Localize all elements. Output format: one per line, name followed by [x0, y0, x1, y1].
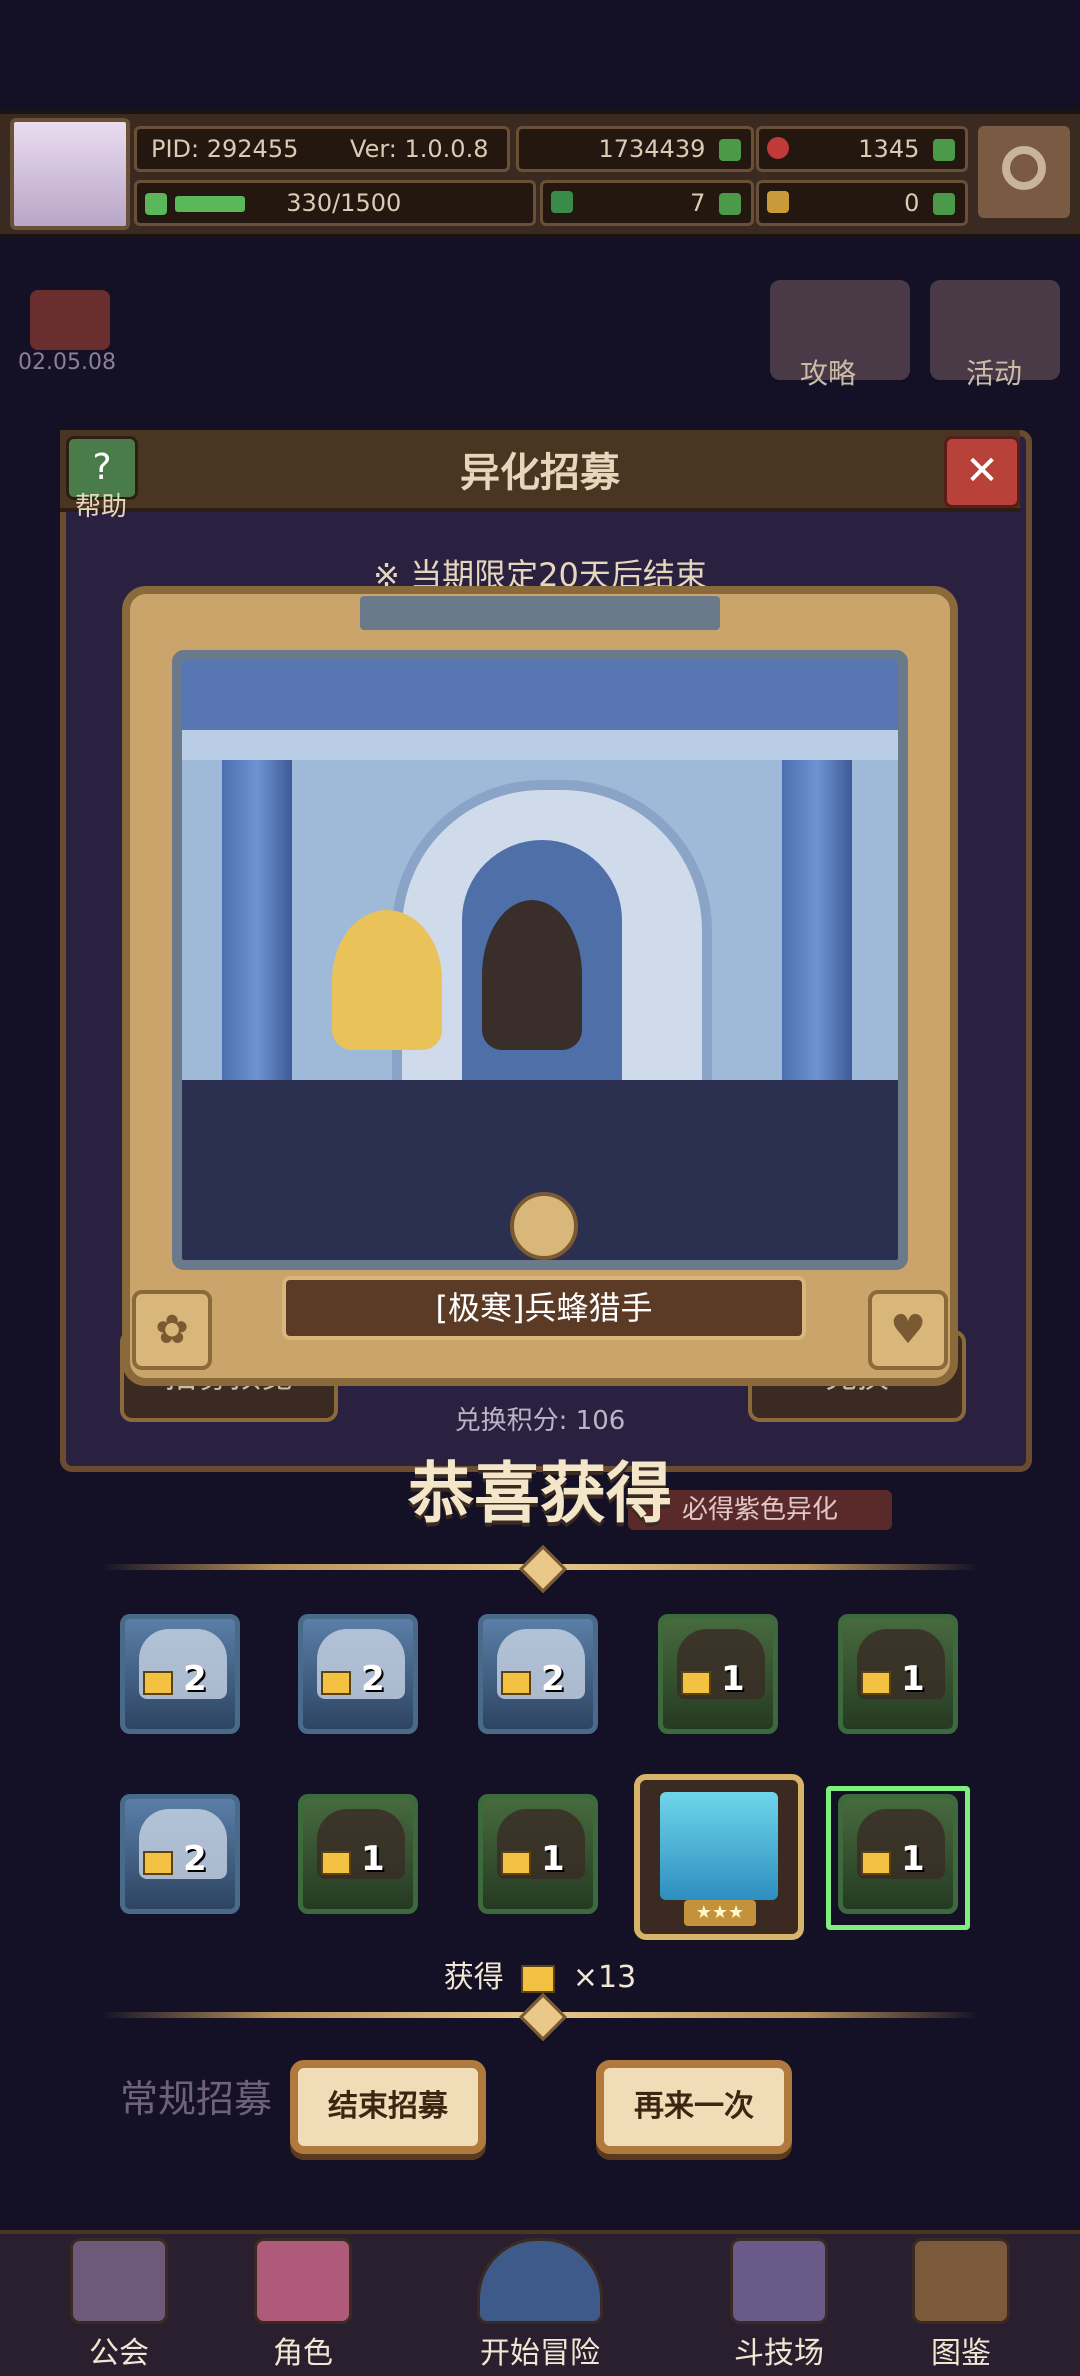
fragment-count: 2 — [541, 1659, 565, 1699]
congrats-title: 恭喜获得 — [408, 1455, 672, 1532]
fragment-icon — [143, 1671, 173, 1695]
obtained-count: ×13 — [572, 1960, 637, 1995]
key-counter: 0 — [756, 180, 968, 226]
nav-arena-label: 斗技场 — [734, 2336, 824, 2371]
clover-value: 7 — [690, 189, 706, 217]
fragment-count: 1 — [541, 1839, 565, 1879]
reward-tile[interactable]: 2 — [120, 1794, 240, 1914]
gift-icon[interactable] — [30, 290, 110, 350]
gold-value: 1734439 — [598, 135, 706, 163]
recruit-panel-title: 异化招募 — [460, 450, 620, 496]
stamina-bar: 330/1500 — [134, 180, 536, 226]
fragment-icon — [861, 1671, 891, 1695]
nav-guild[interactable]: 公会 — [44, 2232, 194, 2371]
fragment-count: 2 — [183, 1839, 207, 1879]
reward-tile[interactable]: 1 — [298, 1794, 418, 1914]
activity-label: 活动 — [966, 357, 1023, 390]
nav-codex[interactable]: 图鉴 — [886, 2232, 1036, 2371]
book-icon — [912, 2238, 1010, 2324]
emblem-icon — [510, 1192, 578, 1260]
fragment-icon — [501, 1851, 531, 1875]
card-top-plate — [360, 596, 720, 630]
gem-counter: 1345 — [756, 126, 968, 172]
add-clover-icon[interactable] — [719, 193, 741, 215]
key-value: 0 — [904, 189, 920, 217]
settings-gear-icon[interactable] — [974, 122, 1074, 222]
reward-tile[interactable]: 1 — [658, 1614, 778, 1734]
guide-label: 攻略 — [800, 357, 857, 390]
reward-tile[interactable]: 2 — [298, 1614, 418, 1734]
nav-character-label: 角色 — [273, 2336, 333, 2371]
obtained-summary: 获得 ×13 — [0, 1952, 1080, 1996]
heart-icon: ♥ — [868, 1290, 948, 1370]
divider-ornament-top — [518, 1544, 568, 1594]
clover-icon — [551, 191, 573, 213]
character-icon — [254, 2238, 352, 2324]
character-name-plate: [极寒]兵蜂猎手 — [282, 1276, 806, 1340]
reward-tile[interactable]: 1 — [838, 1614, 958, 1734]
bee-hunter-character-sprite — [482, 900, 582, 1050]
fragment-icon — [521, 1964, 556, 1993]
fragment-count: 2 — [361, 1659, 385, 1699]
stamina-fill — [174, 196, 245, 212]
recruit-again-button[interactable]: 再来一次 — [596, 2060, 792, 2154]
gem-value: 1345 — [858, 135, 920, 163]
end-recruit-button[interactable]: 结束招募 — [290, 2060, 486, 2154]
blonde-character-sprite — [332, 910, 442, 1050]
nav-character[interactable]: 角色 — [228, 2232, 378, 2371]
key-icon — [767, 191, 789, 213]
fragment-icon — [321, 1851, 351, 1875]
nav-start-adventure-label: 开始冒险 — [480, 2336, 600, 2371]
version-text: Ver: 1.0.0.8 — [350, 135, 489, 163]
regular-recruit-label-bg: 常规招募 — [120, 2077, 273, 2121]
close-button[interactable]: ✕ — [944, 436, 1020, 508]
fragment-icon — [681, 1671, 711, 1695]
add-gold-icon[interactable] — [719, 139, 741, 161]
exchange-points: 兑换积分: 106 — [454, 1406, 626, 1436]
pid-version-box: PID: 292455 Ver: 1.0.0.8 — [134, 126, 510, 172]
nav-codex-label: 图鉴 — [931, 2336, 991, 2371]
fragment-count: 2 — [183, 1659, 207, 1699]
nav-start-adventure[interactable]: 开始冒险 — [440, 2232, 640, 2371]
fragment-count: 1 — [721, 1659, 745, 1699]
obtained-label: 获得 — [443, 1960, 504, 1995]
reward-tile[interactable]: 2 — [478, 1614, 598, 1734]
star-rating: ★★★ — [684, 1900, 756, 1926]
fragment-count: 1 — [901, 1659, 925, 1699]
magnifier-icon — [477, 2238, 603, 2324]
clover-counter: 7 — [540, 180, 754, 226]
player-avatar[interactable] — [10, 118, 130, 230]
nav-arena[interactable]: 斗技场 — [704, 2232, 854, 2371]
stamina-icon — [145, 193, 167, 215]
event-date: 02.05.08 — [18, 350, 116, 375]
add-key-icon[interactable] — [933, 193, 955, 215]
character-scene — [172, 650, 908, 1270]
nav-guild-label: 公会 — [89, 2336, 149, 2371]
help-label: 帮助 — [74, 492, 127, 522]
reward-tile[interactable]: 1 — [478, 1794, 598, 1914]
fragment-icon — [501, 1671, 531, 1695]
guild-icon — [70, 2238, 168, 2324]
pid-text: PID: 292455 — [151, 135, 299, 163]
gold-counter: 1734439 — [516, 126, 754, 172]
fragment-icon — [143, 1851, 173, 1875]
special-character-portrait — [660, 1792, 778, 1900]
paw-icon: ✿ — [132, 1290, 212, 1370]
fragment-count: 1 — [361, 1839, 385, 1879]
selection-highlight — [826, 1786, 970, 1930]
fragment-icon — [321, 1671, 351, 1695]
add-gem-icon[interactable] — [933, 139, 955, 161]
divider-ornament-bottom — [518, 1992, 568, 2042]
ruby-icon — [767, 137, 789, 159]
stamina-value: 330/1500 — [286, 189, 402, 217]
crossed-swords-icon — [730, 2238, 828, 2324]
reward-tile[interactable]: 2 — [120, 1614, 240, 1734]
